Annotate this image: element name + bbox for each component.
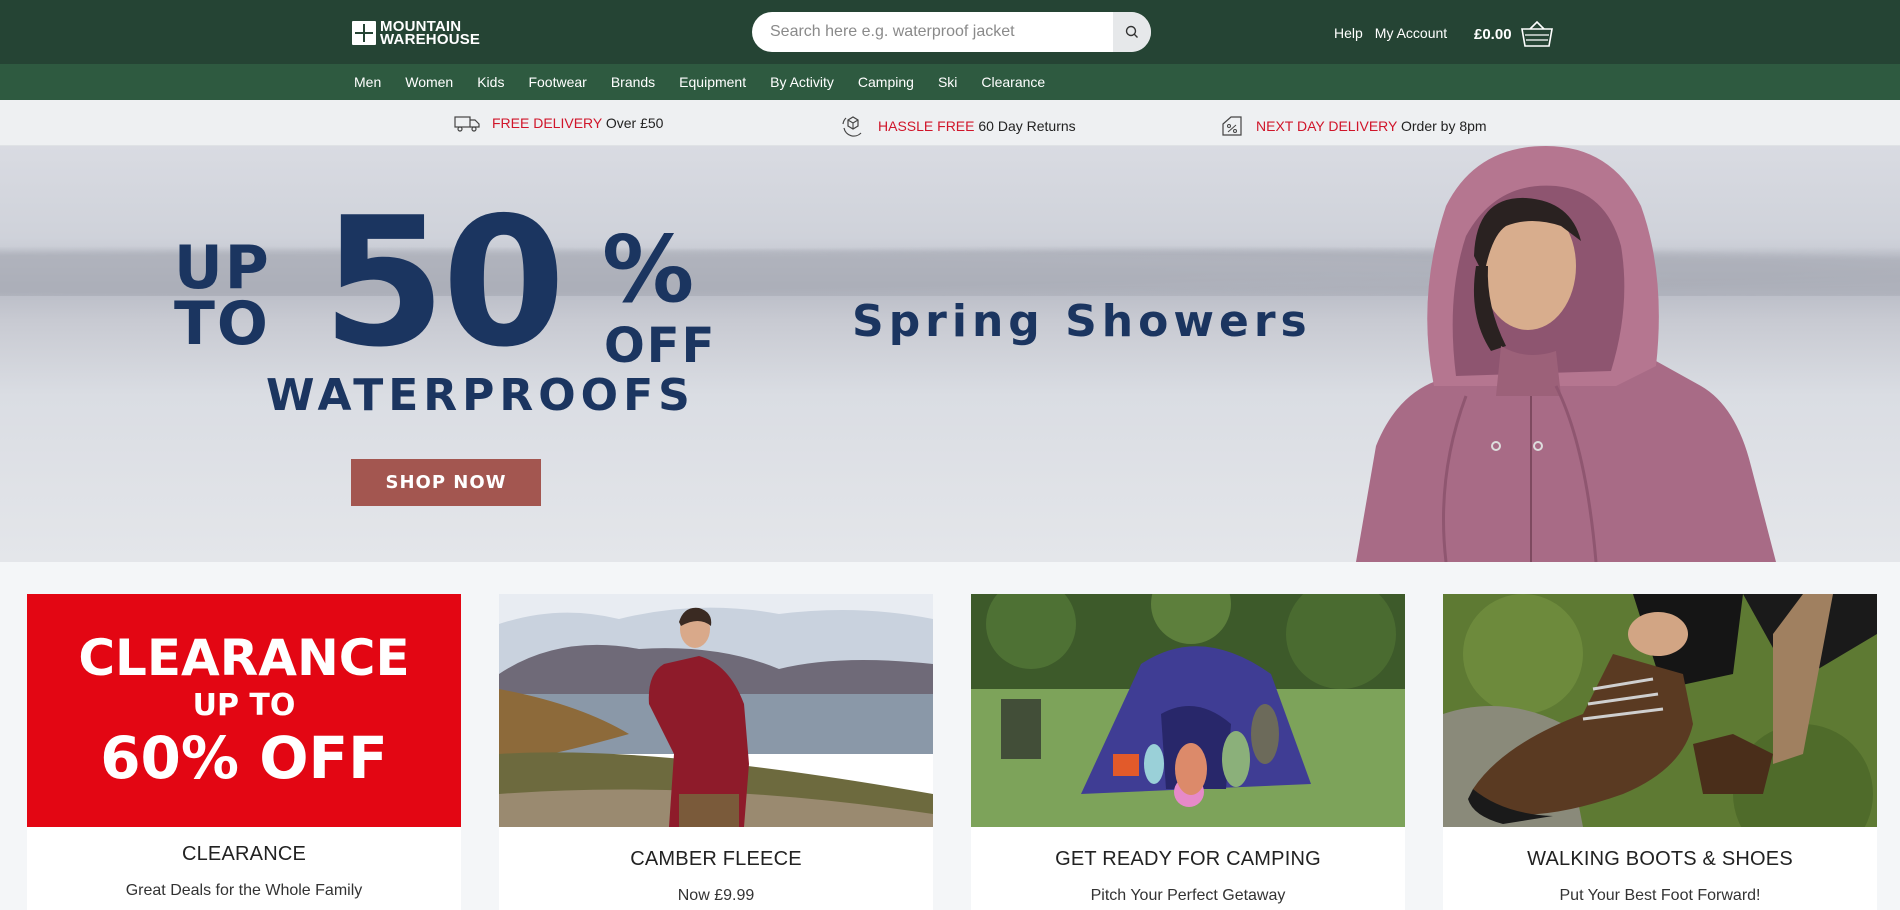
hero-up: UP bbox=[174, 233, 271, 303]
tile-subtitle: Put Your Best Foot Forward! bbox=[1559, 887, 1761, 904]
discount-tag-icon bbox=[1222, 116, 1242, 136]
tile-camping[interactable]: GET READY FOR CAMPING Pitch Your Perfect… bbox=[971, 564, 1405, 910]
search-input[interactable] bbox=[752, 12, 1102, 52]
my-account-link[interactable]: My Account bbox=[1375, 25, 1447, 41]
search-bar bbox=[752, 12, 1151, 52]
returns-box-icon bbox=[842, 116, 862, 137]
tile-walking-boots[interactable]: WALKING BOOTS & SHOES Put Your Best Foot… bbox=[1443, 594, 1877, 910]
usp-bar: FREE DELIVERY Over £50 HASSLE FREE 60 Da… bbox=[0, 100, 1900, 146]
tile-camber-fleece[interactable]: CAMBER FLEECE Now £9.99 bbox=[499, 594, 933, 910]
nav-kids[interactable]: Kids bbox=[477, 74, 504, 90]
hero-waterproofs: WATERPROOFS bbox=[266, 370, 695, 421]
nav-equipment[interactable]: Equipment bbox=[679, 74, 746, 90]
clearance-panel-line3: 60% OFF bbox=[100, 724, 388, 792]
nav-footwear[interactable]: Footwear bbox=[528, 74, 586, 90]
usp-highlight: FREE DELIVERY bbox=[492, 115, 602, 131]
basket-button[interactable]: £0.00 bbox=[1474, 20, 1554, 48]
tile-clearance[interactable]: CLEARANCE UP TO 60% OFF CLEARANCE Great … bbox=[27, 594, 461, 910]
basket-total: £0.00 bbox=[1474, 25, 1512, 43]
search-button[interactable] bbox=[1113, 12, 1151, 52]
usp-returns[interactable]: HASSLE FREE 60 Day Returns bbox=[840, 114, 1076, 138]
hero-tagline: Spring Showers bbox=[852, 296, 1312, 347]
main-nav: Men Women Kids Footwear Brands Equipment… bbox=[0, 64, 1900, 100]
basket-icon bbox=[1520, 20, 1553, 47]
nav-brands[interactable]: Brands bbox=[611, 74, 655, 90]
tile-subtitle: Great Deals for the Whole Family bbox=[125, 882, 363, 899]
tile-image-clearance: CLEARANCE UP TO 60% OFF bbox=[27, 594, 461, 827]
search-icon bbox=[1125, 25, 1138, 38]
usp-next-day[interactable]: NEXT DAY DELIVERY Order by 8pm bbox=[1220, 114, 1487, 138]
category-tiles: CLEARANCE UP TO 60% OFF CLEARANCE Great … bbox=[27, 564, 1877, 910]
hero-up-to: UP TO bbox=[174, 233, 271, 359]
header-links: Help My Account bbox=[1334, 25, 1447, 41]
hero-to: TO bbox=[174, 289, 270, 359]
clearance-panel-line1: CLEARANCE bbox=[78, 629, 410, 687]
site-logo[interactable]: MOUNTAIN WAREHOUSE bbox=[352, 19, 481, 48]
hero-banner[interactable]: UP TO 50 % OFF WATERPROOFS SHOP NOW Sprin… bbox=[0, 146, 1900, 562]
usp-text: Over £50 bbox=[601, 115, 664, 131]
usp-text: 60 Day Returns bbox=[974, 118, 1076, 134]
help-link[interactable]: Help bbox=[1334, 25, 1363, 41]
usp-free-delivery[interactable]: FREE DELIVERY Over £50 bbox=[454, 114, 663, 132]
tile-image-camping bbox=[971, 564, 1405, 827]
tile-subtitle: Now £9.99 bbox=[677, 887, 755, 904]
tile-subtitle: Pitch Your Perfect Getaway bbox=[1090, 887, 1286, 904]
tile-title: CAMBER FLEECE bbox=[630, 848, 802, 870]
tile-title: CLEARANCE bbox=[181, 843, 307, 865]
nav-men[interactable]: Men bbox=[354, 74, 381, 90]
usp-highlight: NEXT DAY DELIVERY bbox=[1256, 118, 1398, 134]
hero-percent: % bbox=[602, 216, 695, 323]
shop-now-button[interactable]: SHOP NOW bbox=[351, 459, 541, 506]
delivery-truck-icon bbox=[454, 116, 480, 132]
logo-line-2: WAREHOUSE bbox=[380, 31, 481, 48]
nav-by-activity[interactable]: By Activity bbox=[770, 74, 834, 90]
usp-text: Order by 8pm bbox=[1397, 118, 1487, 134]
nav-women[interactable]: Women bbox=[405, 74, 453, 90]
nav-camping[interactable]: Camping bbox=[858, 74, 914, 90]
logo-star-icon bbox=[352, 21, 376, 45]
clearance-panel-line2: UP TO bbox=[192, 688, 296, 723]
tile-image-boots bbox=[1443, 594, 1877, 864]
hero-model-image bbox=[1356, 146, 1776, 562]
tile-title: GET READY FOR CAMPING bbox=[1055, 848, 1321, 870]
tile-title: WALKING BOOTS & SHOES bbox=[1527, 848, 1793, 870]
hero-fifty: 50 bbox=[322, 179, 566, 386]
nav-ski[interactable]: Ski bbox=[938, 74, 957, 90]
usp-highlight: HASSLE FREE bbox=[878, 118, 975, 134]
tile-image-fleece bbox=[499, 594, 933, 827]
logo-text: MOUNTAIN WAREHOUSE bbox=[380, 19, 481, 48]
top-header: MOUNTAIN WAREHOUSE Help My Account £0.00 bbox=[0, 0, 1900, 64]
hero-off: OFF bbox=[604, 318, 717, 374]
nav-clearance[interactable]: Clearance bbox=[981, 74, 1045, 90]
